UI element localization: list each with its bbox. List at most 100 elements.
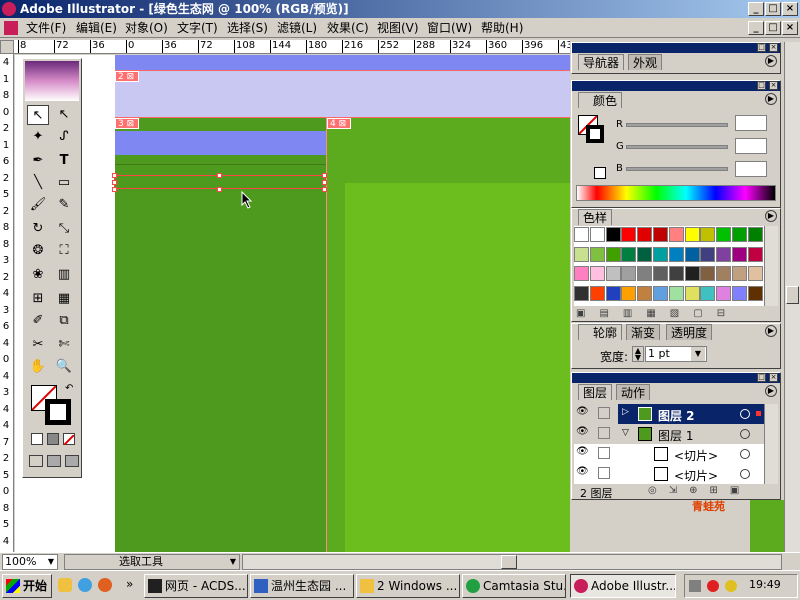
slider-b[interactable]	[626, 167, 728, 171]
taskbar-button[interactable]: 网页 - ACDS...	[144, 574, 248, 598]
layer-target-icon[interactable]	[740, 449, 750, 459]
color-swatch[interactable]	[684, 285, 700, 301]
doc-minimize-button[interactable]: _	[748, 21, 764, 35]
stroke-weight-stepper[interactable]: ▲ ▼	[632, 346, 644, 362]
free-transform-tool-icon[interactable]: ⛶	[53, 241, 75, 261]
panel-close-button[interactable]: ×	[769, 373, 778, 382]
color-swatch[interactable]	[668, 266, 684, 281]
doc-close-button[interactable]: ×	[782, 21, 798, 35]
color-swatch[interactable]	[668, 246, 684, 262]
quicklaunch-icon[interactable]	[98, 578, 112, 592]
selection-handle[interactable]	[217, 187, 222, 192]
color-swatch[interactable]	[732, 227, 747, 242]
graph-tool-icon[interactable]: ▥	[53, 265, 75, 285]
color-swatch[interactable]	[732, 266, 747, 281]
color-swatch[interactable]	[747, 246, 763, 262]
taskbar-button[interactable]: 温州生态园 ...	[250, 574, 354, 598]
paintbrush-tool-icon[interactable]: 🖌	[27, 195, 49, 215]
selection-handle[interactable]	[322, 187, 327, 192]
quicklaunch-icon[interactable]	[58, 578, 72, 592]
layer-row[interactable]: 👁 <切片>	[574, 464, 764, 484]
selection-handle[interactable]	[112, 180, 117, 185]
color-swatch[interactable]	[700, 246, 716, 262]
color-swatch[interactable]	[574, 227, 589, 242]
color-swatch[interactable]	[684, 266, 700, 281]
selection-handle[interactable]	[322, 173, 327, 178]
tab-gradient[interactable]: 渐变	[626, 324, 661, 340]
tab-layers[interactable]: 图层	[578, 384, 613, 400]
panel-menu-icon[interactable]: ▶	[765, 93, 777, 105]
color-swatch[interactable]	[653, 285, 668, 301]
layer-row[interactable]: 👁 ▽ 图层 1	[574, 424, 764, 444]
color-spectrum-bar[interactable]	[576, 185, 776, 201]
color-swatch[interactable]	[637, 246, 653, 262]
panel-titlebar[interactable]	[572, 373, 780, 383]
quicklaunch-icon[interactable]	[78, 578, 92, 592]
color-swatch[interactable]	[716, 266, 732, 281]
eye-icon[interactable]: 👁	[576, 446, 589, 457]
panel-menu-icon[interactable]: ▶	[765, 325, 777, 337]
menu-effect[interactable]: 效果(C)	[327, 20, 369, 36]
color-swatch[interactable]	[732, 285, 747, 301]
pen-tool-icon[interactable]: ✒	[27, 151, 49, 171]
color-swatch[interactable]	[716, 246, 732, 262]
menu-file[interactable]: 文件(F)	[26, 20, 66, 36]
color-swatch[interactable]	[637, 266, 653, 281]
tray-icon[interactable]	[725, 580, 737, 592]
standard-screen-mode-button[interactable]	[29, 455, 43, 467]
color-swatch[interactable]	[747, 266, 763, 281]
panel-close-button[interactable]: ×	[769, 81, 778, 90]
panel-minimize-button[interactable]: □	[757, 81, 766, 90]
zoom-tool-icon[interactable]: 🔍	[53, 357, 75, 377]
status-tool-field[interactable]: 选取工具	[64, 554, 240, 570]
maximize-button[interactable]: □	[765, 2, 781, 16]
tab-actions[interactable]: 动作	[616, 384, 651, 400]
chevron-down-icon[interactable]: ▼	[691, 347, 705, 361]
color-swatch[interactable]	[621, 227, 637, 242]
color-swatch[interactable]	[574, 285, 589, 301]
line-tool-icon[interactable]: ╲	[27, 173, 49, 193]
slice-label-3[interactable]: 3 ⊠	[115, 118, 139, 129]
chevron-right-icon[interactable]: »	[126, 577, 133, 591]
color-swatch[interactable]	[653, 227, 668, 242]
color-swatch[interactable]	[589, 266, 605, 281]
doc-restore-button[interactable]: □	[765, 21, 781, 35]
scissors-tool-icon[interactable]: ✄	[53, 335, 75, 355]
slice-tool-icon[interactable]: ✂	[27, 335, 49, 355]
layers-scrollbar[interactable]	[764, 404, 778, 484]
menu-type[interactable]: 文字(T)	[177, 20, 218, 36]
document-icon[interactable]	[4, 21, 18, 35]
color-swatch[interactable]	[668, 285, 684, 301]
tab-navigator[interactable]: 导航器	[578, 54, 625, 70]
rectangle-tool-icon[interactable]: ▭	[53, 173, 75, 193]
magic-wand-tool-icon[interactable]: ✦	[27, 127, 49, 147]
layer-target-icon[interactable]	[740, 409, 750, 419]
color-swatch[interactable]	[700, 266, 716, 281]
color-swatch[interactable]	[605, 266, 621, 281]
start-button[interactable]: 开始	[2, 574, 52, 598]
chevron-down-icon[interactable]: ▼	[44, 555, 58, 569]
mesh-tool-icon[interactable]: ⊞	[27, 289, 49, 309]
color-swatch[interactable]	[653, 246, 668, 262]
color-swatch[interactable]	[605, 285, 621, 301]
taskbar-button[interactable]: Camtasia Stu...	[462, 574, 566, 598]
type-tool-icon[interactable]: T	[53, 151, 75, 171]
panel-titlebar[interactable]	[572, 81, 780, 91]
color-swatch[interactable]	[747, 285, 763, 301]
minimize-button[interactable]: _	[748, 2, 764, 16]
color-swatch[interactable]	[732, 246, 747, 262]
eye-icon[interactable]: 👁	[576, 406, 589, 417]
swap-fill-stroke-icon[interactable]: ↶	[65, 383, 73, 394]
hand-tool-icon[interactable]: ✋	[27, 357, 49, 377]
color-swatch[interactable]	[684, 227, 700, 242]
lock-toggle[interactable]	[598, 427, 610, 439]
swatch-grid[interactable]	[574, 226, 764, 306]
ruler-origin[interactable]	[0, 40, 14, 54]
eye-icon[interactable]: 👁	[576, 466, 589, 477]
tray-icon[interactable]	[707, 580, 719, 592]
eye-icon[interactable]: 👁	[576, 426, 589, 437]
slice-label-2[interactable]: 2 ⊠	[115, 71, 139, 82]
gradient-tool-icon[interactable]: ▦	[53, 289, 75, 309]
vertical-ruler[interactable]: 4 1 8 0 2 1 6 2 5 2 8 8 3 2 4 3 6 4 0 4 3 4 4 7 2 5 0 8 5 4	[0, 54, 14, 552]
tab-stroke[interactable]: 轮廓	[578, 324, 623, 340]
